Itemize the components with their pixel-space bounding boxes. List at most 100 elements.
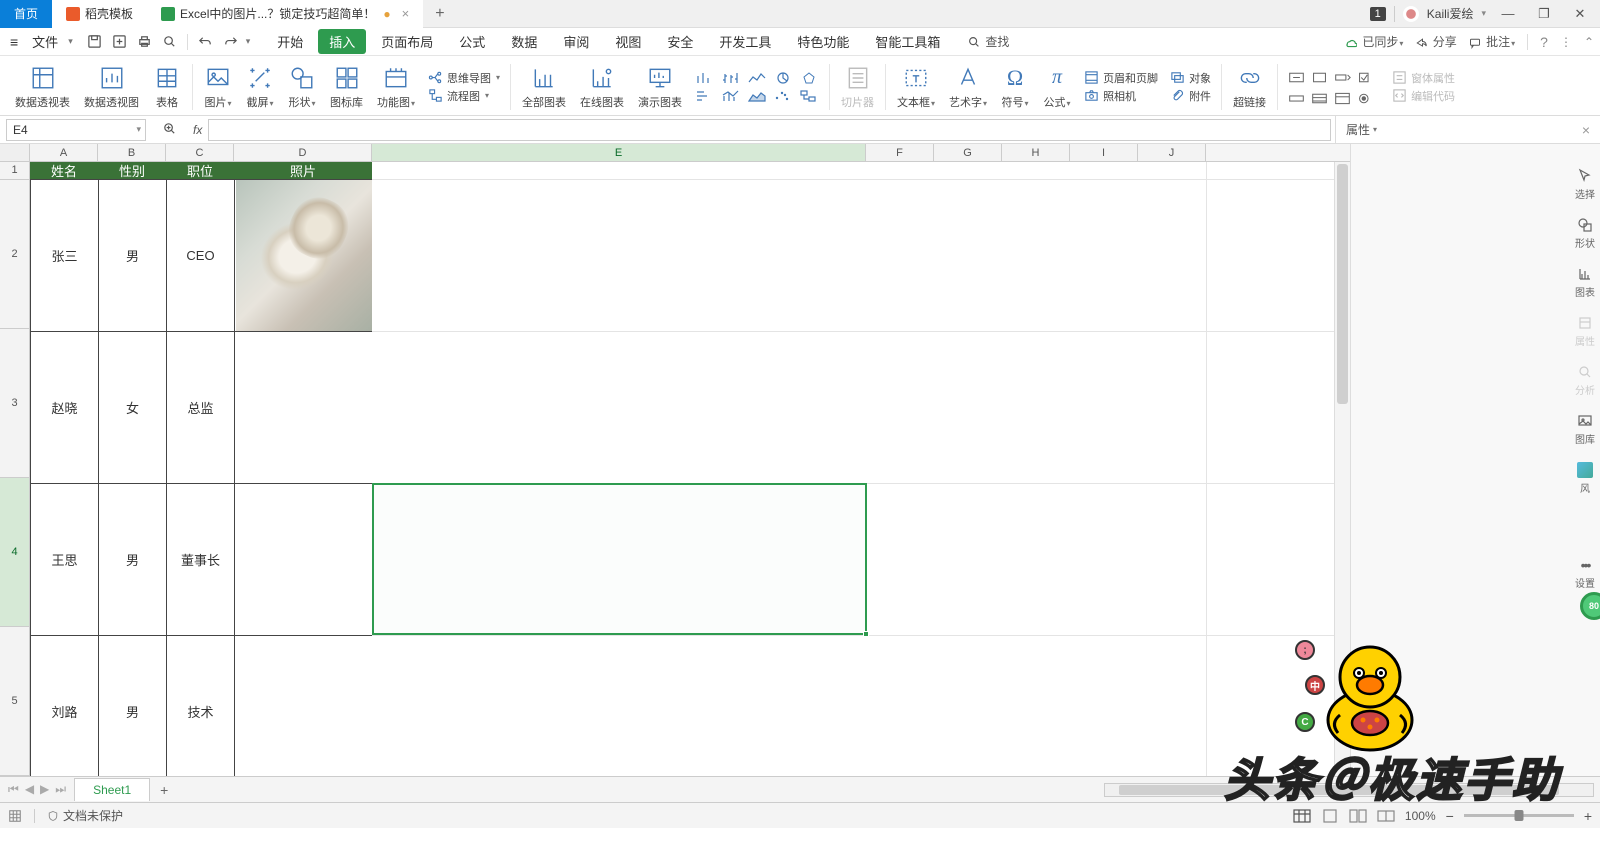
cell-E-col[interactable] — [372, 162, 867, 776]
form-control-icon[interactable] — [1288, 91, 1305, 106]
maximize-button[interactable]: ❐ — [1530, 2, 1558, 26]
function-chart-button[interactable]: 功能图▾ — [370, 64, 422, 110]
side-gallery[interactable]: 图库 — [1575, 413, 1595, 446]
cell-H-col[interactable] — [1002, 162, 1071, 776]
print-icon[interactable] — [137, 34, 152, 49]
cell-B1[interactable]: 性别 — [98, 162, 167, 180]
equation-button[interactable]: π公式▾ — [1036, 64, 1078, 110]
col-header-B[interactable]: B — [98, 144, 166, 161]
shapes-button[interactable]: 形状▾ — [281, 64, 323, 110]
bar-chart-icon[interactable] — [695, 71, 715, 85]
col-header-D[interactable]: D — [234, 144, 372, 161]
close-button[interactable]: ✕ — [1566, 2, 1594, 26]
all-charts-button[interactable]: 全部图表 — [515, 64, 573, 110]
grid-icon[interactable] — [8, 809, 22, 823]
area-chart-icon[interactable] — [747, 89, 767, 103]
cell-A3[interactable]: 赵晓 — [30, 331, 99, 484]
form-control-icon[interactable] — [1311, 91, 1328, 106]
horizontal-scrollbar[interactable] — [1104, 783, 1594, 797]
cell-B5[interactable]: 男 — [98, 635, 167, 776]
normal-view-icon[interactable] — [1293, 809, 1311, 823]
page-view-icon[interactable] — [1321, 809, 1339, 823]
col-header-E[interactable]: E — [372, 144, 866, 161]
zoom-formula-icon[interactable] — [152, 121, 187, 139]
cell-C1[interactable]: 职位 — [166, 162, 235, 180]
row-header-2[interactable]: 2 — [0, 180, 30, 329]
tab-insert[interactable]: 插入 — [318, 29, 366, 54]
col-header-G[interactable]: G — [934, 144, 1002, 161]
save-icon[interactable] — [87, 34, 102, 49]
tab-view[interactable]: 视图 — [604, 29, 652, 54]
sync-status[interactable]: 已同步▾ — [1344, 33, 1403, 50]
col-header-C[interactable]: C — [166, 144, 234, 161]
form-control-icon[interactable] — [1311, 70, 1328, 85]
cell-G-col[interactable] — [934, 162, 1003, 776]
col-header-H[interactable]: H — [1002, 144, 1070, 161]
close-panel-icon[interactable]: × — [1582, 122, 1590, 138]
radio-icon[interactable] — [1357, 91, 1374, 106]
tab-home[interactable]: 首页 — [0, 0, 52, 28]
row-header-3[interactable]: 3 — [0, 329, 30, 478]
cell-C2[interactable]: CEO — [166, 179, 235, 332]
hyperlink-button[interactable]: 超链接 — [1226, 64, 1273, 110]
row-header-5[interactable]: 5 — [0, 627, 30, 776]
sheet-first-icon[interactable]: ⏮ — [8, 782, 19, 797]
file-menu[interactable]: 文件 — [24, 30, 66, 53]
col-header-F[interactable]: F — [866, 144, 934, 161]
picture-button[interactable]: 图片▾ — [197, 64, 239, 110]
textbox-button[interactable]: 文本框▾ — [890, 64, 942, 110]
zoom-slider[interactable] — [1464, 814, 1574, 817]
sheet-next-icon[interactable]: ▶ — [40, 782, 49, 797]
zoom-value[interactable]: 100% — [1405, 809, 1436, 823]
help-button[interactable]: ? — [1540, 34, 1548, 50]
close-icon[interactable]: × — [402, 6, 410, 21]
tab-document[interactable]: Excel中的图片...？锁定技巧超简单！ ● × — [147, 0, 423, 28]
cell-A2[interactable]: 张三 — [30, 179, 99, 332]
side-shape[interactable]: 形状 — [1575, 217, 1595, 250]
name-box[interactable]: E4▾ — [6, 119, 146, 141]
cell-D1[interactable]: 照片 — [234, 162, 373, 180]
checkbox-icon[interactable] — [1357, 70, 1374, 85]
radar-chart-icon[interactable] — [799, 71, 819, 85]
pie-chart-icon[interactable] — [773, 71, 793, 85]
share-button[interactable]: 分享 — [1415, 33, 1456, 50]
minimize-button[interactable]: — — [1494, 2, 1522, 26]
cells-grid[interactable]: 姓名 性别 职位 照片 张三 男 CEO 赵晓 女 总监 王思 男 董事长 刘路 — [30, 162, 1334, 776]
more-charts-icon[interactable] — [799, 89, 819, 103]
preview-icon[interactable] — [162, 34, 177, 49]
header-footer-button[interactable]: 页眉和页脚 — [1084, 70, 1158, 86]
username[interactable]: Kaili爱绘 — [1427, 5, 1474, 22]
col-header-A[interactable]: A — [30, 144, 98, 161]
side-select[interactable]: 选择 — [1575, 168, 1595, 201]
cell-F-col[interactable] — [866, 162, 935, 776]
tab-data[interactable]: 数据 — [500, 29, 548, 54]
break-view-icon[interactable] — [1349, 809, 1367, 823]
hscroll-thumb[interactable] — [1119, 785, 1559, 795]
tab-layout[interactable]: 页面布局 — [370, 29, 444, 54]
row-header-4[interactable]: 4 — [0, 478, 30, 627]
cell-J-col[interactable] — [1138, 162, 1207, 776]
zoom-in-button[interactable]: + — [1584, 808, 1592, 824]
scatter-chart-icon[interactable] — [773, 89, 793, 103]
cell-B4[interactable]: 男 — [98, 483, 167, 636]
tab-start[interactable]: 开始 — [266, 29, 314, 54]
comment-button[interactable]: 批注▾ — [1469, 33, 1515, 50]
redo-icon[interactable] — [223, 34, 238, 49]
sheet-prev-icon[interactable]: ◀ — [25, 782, 34, 797]
camera-button[interactable]: 照相机 — [1084, 88, 1158, 104]
tab-features[interactable]: 特色功能 — [786, 29, 860, 54]
tab-developer[interactable]: 开发工具 — [708, 29, 782, 54]
pivot-chart-button[interactable]: 数据透视图 — [77, 64, 146, 110]
cell-B3[interactable]: 女 — [98, 331, 167, 484]
cell-D5[interactable] — [234, 635, 373, 776]
search-command[interactable]: 查找 — [967, 33, 1009, 50]
collapse-ribbon-button[interactable]: ⌃ — [1584, 35, 1594, 49]
cell-D4[interactable] — [234, 483, 373, 636]
read-view-icon[interactable] — [1377, 809, 1395, 823]
protect-status[interactable]: 文档未保护 — [47, 807, 123, 824]
pivot-table-button[interactable]: 数据透视表 — [8, 64, 77, 110]
embedded-image[interactable] — [236, 180, 372, 331]
screenshot-button[interactable]: 截屏▾ — [239, 64, 281, 110]
cell-C4[interactable]: 董事长 — [166, 483, 235, 636]
stock-chart-icon[interactable] — [721, 71, 741, 85]
